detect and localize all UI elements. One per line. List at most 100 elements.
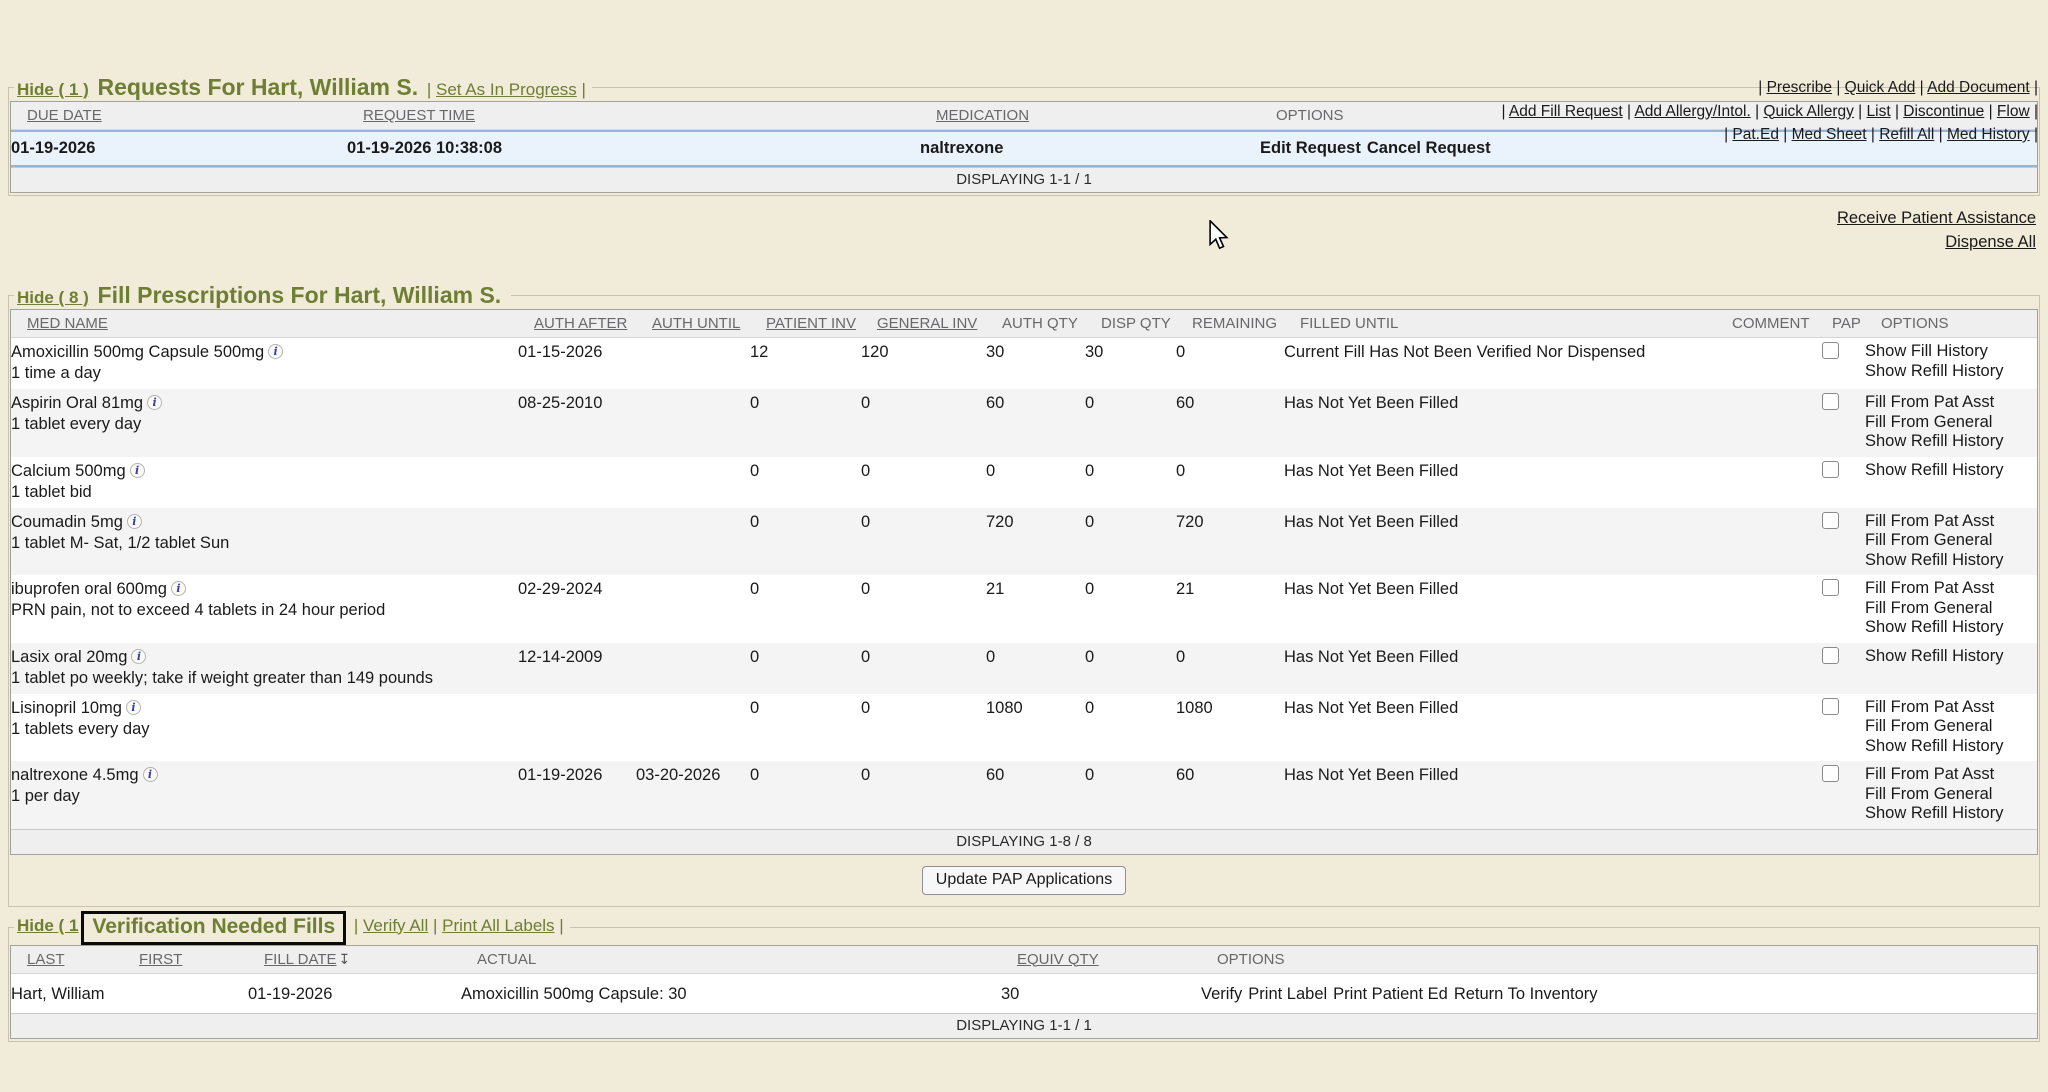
update-pap-applications-button[interactable]: Update PAP Applications xyxy=(922,866,1126,895)
nav-link-refill-all[interactable]: Refill All xyxy=(1879,126,1934,143)
fills-paging-status: DISPLAYING 1-8 / 8 xyxy=(11,829,2037,854)
nav-link-med-sheet[interactable]: Med Sheet xyxy=(1792,126,1867,143)
option-link-fill-from-pat-asst[interactable]: Fill From Pat Asst xyxy=(1865,512,2037,532)
due-date-cell: 01-19-2026 xyxy=(11,138,347,158)
pap-checkbox[interactable] xyxy=(1822,512,1839,529)
option-link-return-to-inventory[interactable]: Return To Inventory xyxy=(1454,985,1598,1003)
column-header-patient-inv[interactable]: PATIENT INV xyxy=(766,310,877,337)
column-header-first[interactable]: FIRST xyxy=(139,946,264,973)
disp-qty-cell: 30 xyxy=(1085,342,1176,362)
info-icon[interactable]: i xyxy=(171,581,186,596)
option-link-show-refill-history[interactable]: Show Refill History xyxy=(1865,647,2037,667)
option-link-fill-from-general[interactable]: Fill From General xyxy=(1865,531,2037,551)
info-icon[interactable]: i xyxy=(127,514,142,529)
med-sig: PRN pain, not to exceed 4 tablets in 24 … xyxy=(11,600,518,621)
remaining-cell: 0 xyxy=(1176,647,1284,667)
option-link-show-refill-history[interactable]: Show Refill History xyxy=(1865,737,2037,757)
option-link-fill-from-general[interactable]: Fill From General xyxy=(1865,413,2037,433)
med-name: Amoxicillin 500mg Capsule 500mgi xyxy=(11,342,518,363)
nav-link-pat-ed[interactable]: Pat.Ed xyxy=(1732,126,1779,143)
verification-hide-link[interactable]: Hide ( 1 xyxy=(17,916,78,935)
column-header-label: AUTH QTY xyxy=(1002,315,1078,332)
pap-checkbox[interactable] xyxy=(1822,342,1839,359)
column-header-last[interactable]: LAST xyxy=(27,946,139,973)
column-header-fill-date[interactable]: FILL DATE↧ xyxy=(264,946,477,973)
receive-patient-assistance-link[interactable]: Receive Patient Assistance xyxy=(0,206,2036,230)
nav-link-quick-allergy[interactable]: Quick Allergy xyxy=(1763,103,1853,120)
action-link-print-all-labels[interactable]: Print All Labels xyxy=(442,916,554,935)
pap-checkbox[interactable] xyxy=(1822,765,1839,782)
nav-link-list[interactable]: List xyxy=(1867,103,1891,120)
option-link-fill-from-pat-asst[interactable]: Fill From Pat Asst xyxy=(1865,765,2037,785)
fill-date-cell: 01-19-2026 xyxy=(248,984,461,1004)
pap-checkbox[interactable] xyxy=(1822,698,1839,715)
nav-link-discontinue[interactable]: Discontinue xyxy=(1903,103,1984,120)
action-link-verify-all[interactable]: Verify All xyxy=(363,916,428,935)
column-header-label: ACTUAL xyxy=(477,951,536,968)
nav-link-prescribe[interactable]: Prescribe xyxy=(1767,79,1832,96)
column-header-request-time[interactable]: REQUEST TIME xyxy=(363,102,936,129)
nav-link-add-allergy-intol[interactable]: Add Allergy/Intol. xyxy=(1634,103,1750,120)
info-icon[interactable]: i xyxy=(143,767,158,782)
option-link-show-refill-history[interactable]: Show Refill History xyxy=(1865,804,2037,824)
column-header-auth-qty: AUTH QTY xyxy=(1002,310,1101,337)
info-icon[interactable]: i xyxy=(131,649,146,664)
info-icon[interactable]: i xyxy=(130,463,145,478)
option-link-show-refill-history[interactable]: Show Refill History xyxy=(1865,618,2037,638)
remaining-cell: 21 xyxy=(1176,579,1284,599)
med-cell: Aspirin Oral 81mgi1 tablet every day xyxy=(11,393,518,435)
column-header-auth-after[interactable]: AUTH AFTER xyxy=(534,310,652,337)
column-header-auth-until[interactable]: AUTH UNTIL xyxy=(652,310,766,337)
option-link-show-refill-history[interactable]: Show Refill History xyxy=(1865,432,2037,452)
pap-checkbox[interactable] xyxy=(1822,461,1839,478)
option-link-show-refill-history[interactable]: Show Refill History xyxy=(1865,551,2037,571)
option-link-fill-from-pat-asst[interactable]: Fill From Pat Asst xyxy=(1865,698,2037,718)
fills-header-row: MED NAME AUTH AFTERAUTH UNTILPATIENT INVG… xyxy=(11,310,2037,338)
option-link-show-fill-history[interactable]: Show Fill History xyxy=(1865,342,2037,362)
pap-cell xyxy=(1816,342,1865,364)
requests-hide-link[interactable]: Hide ( 1 ) xyxy=(17,80,89,99)
option-link-cancel-request[interactable]: Cancel Request xyxy=(1367,139,1491,157)
pap-checkbox[interactable] xyxy=(1822,393,1839,410)
auth-qty-cell: 30 xyxy=(986,342,1085,362)
action-link-set-as-in-progress[interactable]: Set As In Progress xyxy=(436,80,577,99)
fills-hide-link[interactable]: Hide ( 8 ) xyxy=(17,288,89,307)
nav-link-add-fill-request[interactable]: Add Fill Request xyxy=(1509,103,1623,120)
option-link-edit-request[interactable]: Edit Request xyxy=(1260,139,1361,157)
auth-after-cell: 01-19-2026 xyxy=(518,765,636,785)
option-link-fill-from-pat-asst[interactable]: Fill From Pat Asst xyxy=(1865,393,2037,413)
option-link-print-patient-ed[interactable]: Print Patient Ed xyxy=(1333,985,1448,1003)
option-link-fill-from-general[interactable]: Fill From General xyxy=(1865,785,2037,805)
pap-button-row: Update PAP Applications xyxy=(10,866,2038,895)
pap-checkbox[interactable] xyxy=(1822,647,1839,664)
column-header-label: MED NAME xyxy=(27,315,108,332)
nav-link-flow[interactable]: Flow xyxy=(1997,103,2030,120)
info-icon[interactable]: i xyxy=(126,700,141,715)
nav-link-quick-add[interactable]: Quick Add xyxy=(1845,79,1916,96)
dispense-all-link[interactable]: Dispense All xyxy=(0,230,2036,254)
nav-link-add-document[interactable]: Add Document xyxy=(1927,79,2030,96)
option-link-show-refill-history[interactable]: Show Refill History xyxy=(1865,461,2037,481)
patient-inv-cell: 12 xyxy=(750,342,861,362)
auth-until-cell: 03-20-2026 xyxy=(636,765,750,785)
pap-checkbox[interactable] xyxy=(1822,579,1839,596)
option-link-fill-from-general[interactable]: Fill From General xyxy=(1865,599,2037,619)
separator: | xyxy=(2030,126,2038,143)
column-header-general-inv[interactable]: GENERAL INV xyxy=(877,310,1002,337)
column-header-equiv-qty[interactable]: EQUIV QTY xyxy=(1017,946,1217,973)
option-link-fill-from-pat-asst[interactable]: Fill From Pat Asst xyxy=(1865,579,2037,599)
column-header-med-name[interactable]: MED NAME xyxy=(27,310,534,337)
option-link-print-label[interactable]: Print Label xyxy=(1248,985,1327,1003)
separator: | xyxy=(1984,103,1997,120)
info-icon[interactable]: i xyxy=(268,344,283,359)
column-header-due-date[interactable]: DUE DATE xyxy=(27,102,363,129)
nav-link-med-history[interactable]: Med History xyxy=(1947,126,2030,143)
info-icon[interactable]: i xyxy=(147,395,162,410)
option-link-verify[interactable]: Verify xyxy=(1201,985,1242,1003)
option-link-show-refill-history[interactable]: Show Refill History xyxy=(1865,362,2037,382)
column-header-medication[interactable]: MEDICATION xyxy=(936,102,1276,129)
option-link-fill-from-general[interactable]: Fill From General xyxy=(1865,717,2037,737)
top-nav-line-1: | Prescribe | Quick Add | Add Document | xyxy=(1501,76,2038,100)
fill-row: Aspirin Oral 81mgi1 tablet every day08-2… xyxy=(11,389,2037,457)
options-cell: Fill From Pat AsstFill From GeneralShow … xyxy=(1865,698,2037,757)
